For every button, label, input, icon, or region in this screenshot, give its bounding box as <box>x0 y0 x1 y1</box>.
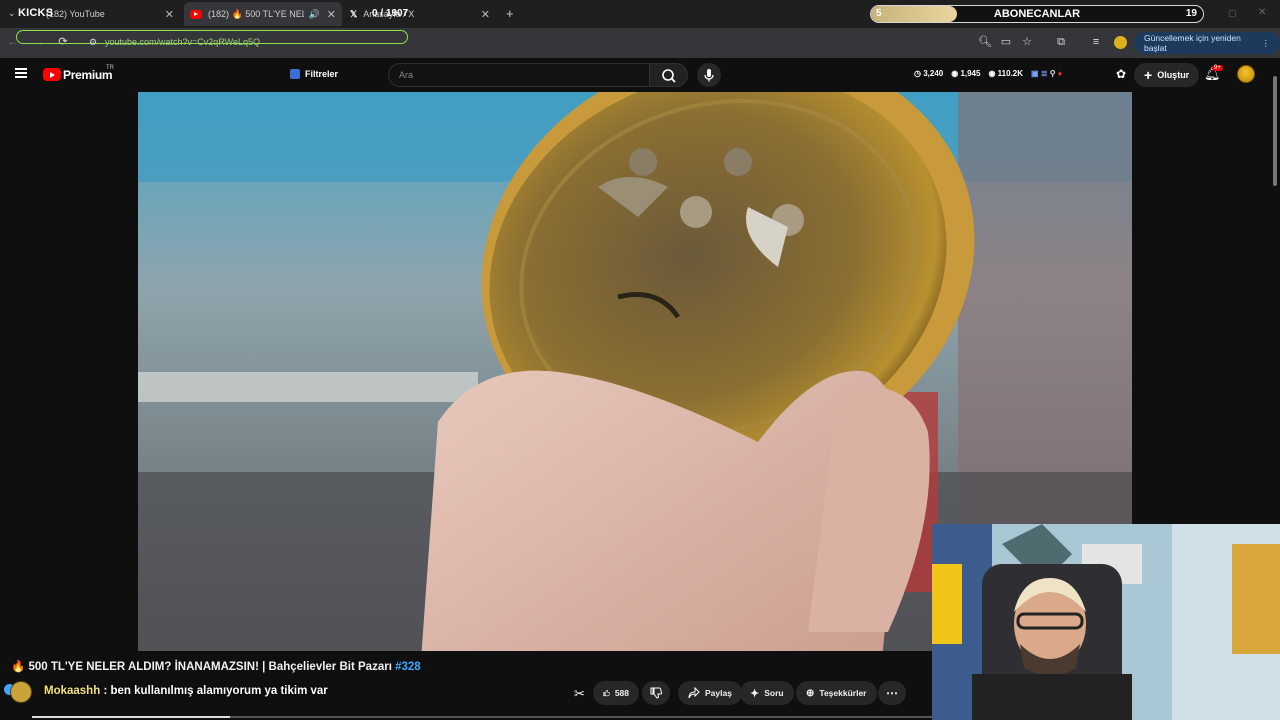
like-button[interactable]: 588 <box>593 681 639 705</box>
thumbs-down-icon <box>650 687 662 699</box>
update-label: Güncellemek için yeniden başlat <box>1144 33 1241 53</box>
tab-label: (182) 🔥 500 TL'YE NELER A <box>208 8 304 19</box>
tab-youtube-home[interactable]: (182) YouTube ✕ <box>40 2 180 26</box>
youtube-favicon-icon <box>190 9 202 19</box>
share-arrow-icon <box>688 687 700 699</box>
zoom-icon[interactable]: 🔍︎ <box>978 35 992 49</box>
chat-avatar <box>10 681 32 703</box>
url-text: youtube.com/watch?v=Cv2qRWeLq5Q <box>105 37 261 47</box>
webcam-image <box>932 524 1280 720</box>
studio-icon[interactable]: ✿ <box>1116 67 1126 81</box>
filters-label: Filtreler <box>305 69 339 79</box>
filter-icon <box>290 69 300 79</box>
reading-list-icon[interactable]: ≡ <box>1089 35 1103 49</box>
notifications-badge: 9+ <box>1212 65 1223 71</box>
subscriber-goal-bar: 5 ABONECANLAR 19 <box>870 5 1204 23</box>
more-actions-button[interactable]: ⋯ <box>878 681 906 705</box>
dislike-button[interactable] <box>642 681 670 705</box>
goal-end-value: 19 <box>1185 8 1197 19</box>
close-icon[interactable]: ✕ <box>165 8 174 21</box>
plus-icon: + <box>1144 67 1153 83</box>
x-logo-icon: 𝕏 <box>350 8 358 19</box>
create-button[interactable]: + Oluştur <box>1134 63 1200 87</box>
thanks-label: Teşekkürler <box>819 688 867 698</box>
share-button[interactable]: Paylaş <box>678 681 742 705</box>
video-title: 🔥 500 TL'YE NELER ALDIM? İNANAMAZSIN! | … <box>11 659 421 673</box>
like-count: 588 <box>614 688 629 698</box>
chat-username: Mokaashh <box>44 685 101 697</box>
search-box <box>388 63 650 87</box>
ask-button[interactable]: ✦ Soru <box>740 681 794 705</box>
browser-tab-strip: ⌄ (182) YouTube ✕ KICKS (182) 🔥 500 TL'Y… <box>0 0 1280 28</box>
search-input[interactable] <box>389 64 649 86</box>
tab-x[interactable]: 𝕏 Anasayfa / X ✕ <box>344 2 496 26</box>
page-scrollbar[interactable] <box>1272 66 1278 522</box>
browser-toolbar: ← → ⟳ ⚙ youtube.com/watch?v=Cv2qRWeLq5Q … <box>0 28 1280 58</box>
stat-value: 1,945 <box>960 69 981 78</box>
extensions-icon[interactable]: ⧉ <box>1054 35 1068 49</box>
stat-views: ◉ 1,945 <box>951 69 981 78</box>
voice-search-button[interactable] <box>697 63 721 87</box>
tab-label: (182) YouTube <box>46 9 105 19</box>
stat-value: 3,240 <box>923 69 944 78</box>
video-hashtag[interactable]: #328 <box>395 661 421 673</box>
microphone-icon <box>704 69 714 82</box>
more-horizontal-icon: ⋯ <box>886 686 898 700</box>
youtube-logo-icon[interactable] <box>43 68 61 81</box>
stat-eye: ◉ 110.2K <box>988 69 1024 78</box>
overlay-counter: 0 / 1907 <box>372 8 409 19</box>
chat-text: : ben kullanılmış alamıyorum ya tikim va… <box>100 685 328 697</box>
new-tab-plus-icon[interactable]: + <box>506 6 514 21</box>
webcam-overlay <box>932 524 1280 720</box>
super-thanks-icon: ⊕ <box>806 687 815 699</box>
tab-current-video[interactable]: (182) 🔥 500 TL'YE NELER A 🔊 ✕ <box>184 2 342 26</box>
more-vertical-icon[interactable]: ⋮ <box>1262 38 1271 49</box>
close-icon[interactable]: ✕ <box>327 8 336 21</box>
filters-button[interactable]: Filtreler <box>290 69 338 79</box>
video-progress-played <box>32 716 230 718</box>
video-progress-bar[interactable] <box>32 716 932 718</box>
thumbs-up-icon <box>603 689 610 697</box>
stat-value: 110.2K <box>997 69 1024 78</box>
bookmark-star-icon[interactable]: ☆ <box>1020 35 1034 49</box>
close-window-icon[interactable]: ✕ <box>1258 7 1266 18</box>
restart-to-update-button[interactable]: Güncellemek için yeniden başlat ⋮ <box>1134 32 1280 54</box>
menu-icon[interactable] <box>15 68 27 78</box>
site-info-icon[interactable]: ⚙ <box>86 35 100 49</box>
minimize-icon[interactable]: ▢ <box>1228 8 1237 19</box>
video-title-text: 🔥 500 TL'YE NELER ALDIM? İNANAMAZSIN! | … <box>11 661 392 673</box>
account-avatar[interactable] <box>1237 65 1255 83</box>
region-code: TR <box>106 65 114 71</box>
thanks-button[interactable]: ⊕ Teşekkürler <box>796 681 877 705</box>
youtube-masthead: Premium TR Filtreler ◷ 3,240 ◉ 1,945 ◉ 1… <box>0 58 1280 92</box>
share-label: Paylaş <box>705 688 732 698</box>
close-icon[interactable]: ✕ <box>481 8 490 21</box>
profile-avatar-icon[interactable] <box>1114 36 1127 49</box>
chat-message: Mokaashh : ben kullanılmış alamıyorum ya… <box>44 685 328 697</box>
stat-clock: ◷ 3,240 <box>914 69 944 78</box>
speaker-icon[interactable]: 🔊 <box>309 9 320 20</box>
sparkle-icon: ✦ <box>750 687 760 700</box>
search-icon <box>662 69 676 83</box>
scrollbar-thumb[interactable] <box>1273 76 1277 186</box>
extension-icons[interactable]: ▣ ≣ ⚲ ♦ <box>1031 69 1062 78</box>
kicks-overlay-text: KICKS <box>18 7 54 19</box>
search-button[interactable] <box>650 63 688 87</box>
goal-label: ABONECANLAR <box>993 8 1081 20</box>
create-label: Oluştur <box>1157 70 1190 80</box>
clip-icon[interactable]: ✂︎ <box>574 686 585 702</box>
channel-stats: ◷ 3,240 ◉ 1,945 ◉ 110.2K ▣ ≣ ⚲ ♦ <box>914 69 1062 78</box>
premium-brand[interactable]: Premium <box>63 68 113 82</box>
cast-icon[interactable]: ▭ <box>999 35 1013 49</box>
tab-search-chevron-icon[interactable]: ⌄ <box>8 8 16 19</box>
ask-label: Soru <box>764 688 784 698</box>
